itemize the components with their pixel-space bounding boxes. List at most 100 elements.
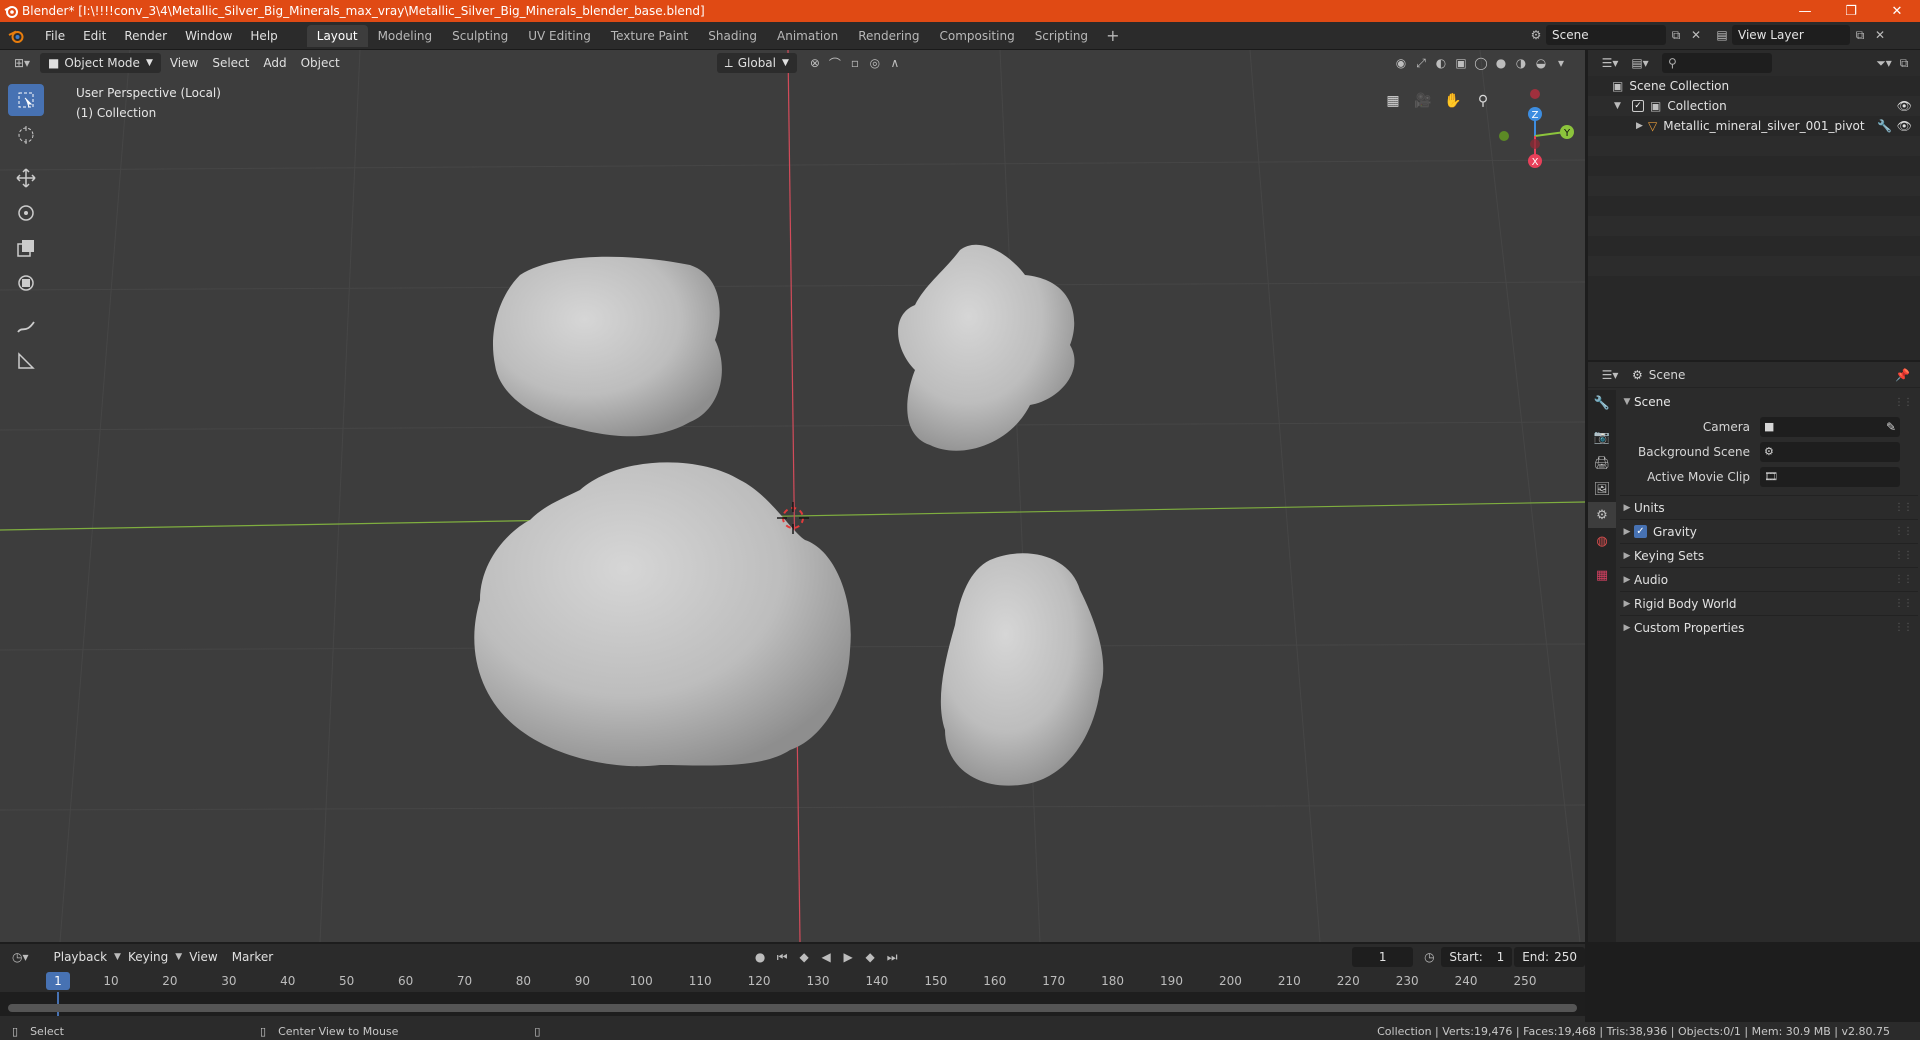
visibility-icon[interactable]: ◉ xyxy=(1391,53,1411,73)
menu-help[interactable]: Help xyxy=(241,29,286,43)
new-scene-icon[interactable]: ⧉ xyxy=(1666,25,1686,45)
outliner-search-input[interactable]: ⚲ xyxy=(1662,53,1772,73)
view-layer-tab-icon[interactable]: 🖼 xyxy=(1588,476,1616,502)
wireframe-shading-icon[interactable]: ◯ xyxy=(1471,53,1491,73)
next-keyframe-icon[interactable]: ◆ xyxy=(860,947,880,967)
overlay-toggle-icon[interactable]: ◐ xyxy=(1431,53,1451,73)
tab-compositing[interactable]: Compositing xyxy=(929,25,1024,47)
collection-checkbox[interactable]: ✓ xyxy=(1632,100,1644,112)
current-frame-field[interactable]: 1 xyxy=(1352,947,1414,967)
new-view-layer-icon[interactable]: ⧉ xyxy=(1850,25,1870,45)
cursor-icon[interactable] xyxy=(8,119,44,151)
rigid-body-world-panel[interactable]: ▶ Rigid Body World ⋮⋮ xyxy=(1620,591,1918,615)
close-button[interactable]: ✕ xyxy=(1874,0,1920,22)
menu-render[interactable]: Render xyxy=(115,29,176,43)
eyedropper-icon[interactable]: ✎ xyxy=(1886,420,1896,434)
minimize-button[interactable]: — xyxy=(1782,0,1828,22)
play-reverse-icon[interactable]: ◀ xyxy=(816,947,836,967)
rotate-icon[interactable] xyxy=(8,197,44,229)
timeline-menu-marker[interactable]: Marker xyxy=(225,950,280,964)
viewport-menu-add[interactable]: Add xyxy=(256,56,293,70)
drag-handle-icon[interactable]: ⋮⋮ xyxy=(1894,502,1913,513)
world-tab-icon[interactable]: ◍ xyxy=(1588,528,1616,554)
expand-arrow-icon[interactable]: ▼ xyxy=(1614,101,1626,111)
start-frame-field[interactable]: Start: 1 xyxy=(1441,947,1513,967)
snap-target-icon[interactable]: ▫ xyxy=(845,53,865,73)
blender-logo-icon[interactable] xyxy=(8,28,30,44)
texture-tab-icon[interactable]: ▦ xyxy=(1588,562,1616,588)
drag-handle-icon[interactable]: ⋮⋮ xyxy=(1894,598,1913,609)
keying-sets-panel[interactable]: ▶ Keying Sets ⋮⋮ xyxy=(1620,543,1918,567)
timeline-ruler[interactable]: 1 10 20 30 40 50 60 70 80 90 100 110 120 130 140 150 160… xyxy=(0,970,1585,992)
timeline-menu-view[interactable]: View xyxy=(182,950,224,964)
display-mode-icon[interactable]: ▤▾ xyxy=(1630,53,1650,73)
custom-properties-panel[interactable]: ▶ Custom Properties ⋮⋮ xyxy=(1620,615,1918,639)
timeline-editor-icon[interactable]: ◷▾ xyxy=(12,947,29,967)
orientation-dropdown[interactable]: ⟂ Global ▼ xyxy=(716,53,797,73)
eye-icon[interactable]: 👁 xyxy=(1897,119,1912,133)
tab-animation[interactable]: Animation xyxy=(767,25,848,47)
drag-handle-icon[interactable]: ⋮⋮ xyxy=(1894,550,1913,561)
units-panel[interactable]: ▶ Units ⋮⋮ xyxy=(1620,495,1918,519)
gravity-panel[interactable]: ▶ ✓ Gravity ⋮⋮ xyxy=(1620,519,1918,543)
clock-icon[interactable]: ◷ xyxy=(1421,947,1437,967)
viewport-menu-view[interactable]: View xyxy=(163,56,205,70)
delete-view-layer-icon[interactable]: ✕ xyxy=(1870,25,1890,45)
tab-layout[interactable]: Layout xyxy=(306,24,368,47)
outliner-row-collection[interactable]: ▼ ✓ ▣ Collection 👁 xyxy=(1588,96,1920,116)
expand-arrow-icon[interactable]: ▶ xyxy=(1636,121,1648,131)
record-icon[interactable]: ● xyxy=(750,947,770,967)
delete-scene-icon[interactable]: ✕ xyxy=(1686,25,1706,45)
scene-panel-header[interactable]: ▼ Scene ⋮⋮ xyxy=(1620,390,1918,414)
xray-icon[interactable]: ▣ xyxy=(1451,53,1471,73)
drag-handle-icon[interactable]: ⋮⋮ xyxy=(1894,397,1913,408)
measure-icon[interactable] xyxy=(8,345,44,377)
render-tab-icon[interactable]: 📷 xyxy=(1588,424,1616,450)
eye-icon[interactable]: 👁 xyxy=(1897,99,1912,113)
proportional-edit-icon[interactable]: ◎ xyxy=(865,53,885,73)
tab-uv-editing[interactable]: UV Editing xyxy=(518,25,601,47)
pivot-icon[interactable]: ⊗ xyxy=(805,53,825,73)
camera-field[interactable]: ■ ✎ xyxy=(1760,416,1900,437)
3d-viewport[interactable]: ⊞▾ ■ Object Mode ▼ View Select Add Objec… xyxy=(0,50,1585,942)
modifier-wrench-icon[interactable]: 🔧 xyxy=(1877,119,1892,133)
material-shading-icon[interactable]: ◑ xyxy=(1511,53,1531,73)
editor-type-icon[interactable]: ⊞▾ xyxy=(12,53,32,73)
outliner-row-object[interactable]: ▶ ▽ Metallic_mineral_silver_001_pivot 🔧 … xyxy=(1588,116,1920,136)
menu-file[interactable]: File xyxy=(36,29,74,43)
tab-shading[interactable]: Shading xyxy=(698,25,767,47)
timeline-scrollbar[interactable] xyxy=(8,1004,1577,1012)
menu-window[interactable]: Window xyxy=(176,29,241,43)
snap-icon[interactable]: ⌒ xyxy=(825,53,845,73)
add-workspace-button[interactable]: + xyxy=(1098,26,1127,45)
move-icon[interactable] xyxy=(8,162,44,194)
scene-tab-icon[interactable]: ⚙ xyxy=(1588,502,1616,528)
active-movie-clip-field[interactable]: 🎞 xyxy=(1760,466,1900,487)
transform-icon[interactable] xyxy=(8,267,44,299)
gizmo-toggle-icon[interactable]: ⤢ xyxy=(1411,53,1431,73)
view-layer-field[interactable]: View Layer xyxy=(1732,25,1850,45)
mode-dropdown[interactable]: ■ Object Mode ▼ xyxy=(40,53,161,73)
end-frame-field[interactable]: End: 250 xyxy=(1514,947,1585,967)
view-layer-icon[interactable]: ▤ xyxy=(1712,25,1732,45)
timeline-track-area[interactable] xyxy=(0,992,1585,1016)
tab-sculpting[interactable]: Sculpting xyxy=(442,25,518,47)
shading-options-icon[interactable]: ▾ xyxy=(1551,53,1571,73)
tool-tab-icon[interactable]: 🔧 xyxy=(1588,390,1616,416)
viewport-menu-select[interactable]: Select xyxy=(205,56,256,70)
drag-handle-icon[interactable]: ⋮⋮ xyxy=(1894,622,1913,633)
menu-edit[interactable]: Edit xyxy=(74,29,115,43)
filter-icon[interactable]: ⏷▾ xyxy=(1874,53,1894,73)
timeline-menu-playback[interactable]: Playback xyxy=(47,950,115,964)
grid-icon[interactable]: ▦ xyxy=(1380,88,1406,114)
scene-field[interactable]: Scene xyxy=(1546,25,1666,45)
scale-icon[interactable] xyxy=(8,232,44,264)
properties-editor-icon[interactable]: ☰▾ xyxy=(1600,365,1620,385)
tab-scripting[interactable]: Scripting xyxy=(1025,25,1098,47)
gravity-checkbox[interactable]: ✓ xyxy=(1634,525,1647,538)
camera-icon[interactable]: 🎥 xyxy=(1410,88,1436,114)
tab-rendering[interactable]: Rendering xyxy=(848,25,929,47)
audio-panel[interactable]: ▶ Audio ⋮⋮ xyxy=(1620,567,1918,591)
prev-keyframe-icon[interactable]: ◆ xyxy=(794,947,814,967)
timeline-menu-keying[interactable]: Keying xyxy=(121,950,175,964)
